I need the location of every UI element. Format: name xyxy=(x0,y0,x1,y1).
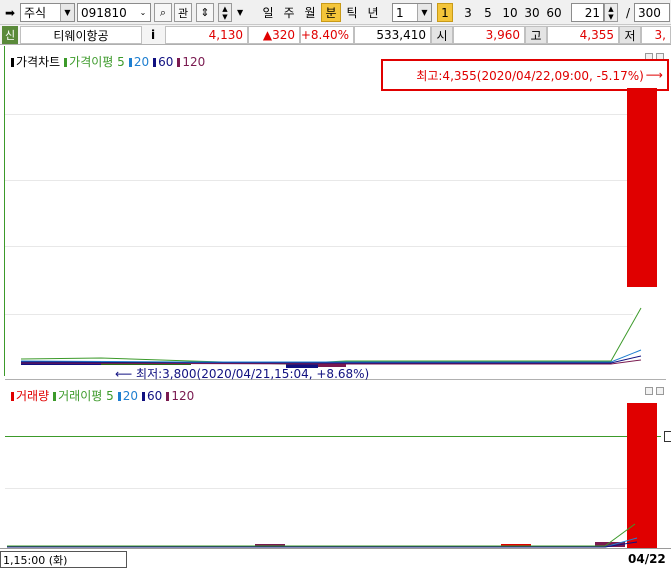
candles xyxy=(21,88,657,368)
high-label: 고 xyxy=(525,26,547,44)
cursor-time-label: 1,15:00 (화) xyxy=(0,551,127,568)
period-tick[interactable]: 틱 xyxy=(342,3,362,22)
price-plot xyxy=(20,88,657,368)
stock-name: 티웨이항공 xyxy=(20,26,142,44)
period-month[interactable]: 월 xyxy=(300,3,320,22)
interval-quick-5[interactable]: 5 xyxy=(478,3,498,22)
high-value: 4,355 xyxy=(547,26,619,44)
count-total-input[interactable]: 300 xyxy=(634,3,670,22)
count-current: 21 xyxy=(584,5,600,20)
chevron-down-icon[interactable]: ▼ xyxy=(60,4,74,21)
low-value: 3, xyxy=(641,26,671,44)
count-total: 300 xyxy=(638,5,661,20)
period-day[interactable]: 일 xyxy=(258,3,278,22)
interval-quick-1[interactable]: 1 xyxy=(437,3,453,22)
period-minute[interactable]: 분 xyxy=(321,3,341,22)
volume-chart-panel[interactable]: 거래량 거래이평 5 20 60 120 xyxy=(5,384,671,548)
date-label: 04/22 xyxy=(628,552,666,566)
ma-20-line xyxy=(20,349,642,363)
view-button[interactable]: 관 xyxy=(174,3,192,22)
sync-icon[interactable]: ⇕ xyxy=(196,3,214,22)
interval-chevron-icon[interactable]: ▼ xyxy=(417,4,431,21)
new-listing-badge: 신 xyxy=(2,26,18,44)
toolbar: ➡ 주식 ▼ 091810 ⌄ ⌕ 관 ⇕ ▲ ▼ ▼ 일 주 월 분 틱 년 1… xyxy=(0,0,671,25)
more-dropdown-icon[interactable]: ▼ xyxy=(237,3,247,22)
period-year[interactable]: 년 xyxy=(363,3,383,22)
market-select[interactable]: 주식 ▼ xyxy=(20,3,75,22)
interval-select[interactable]: 1 ▼ xyxy=(392,3,432,22)
open-label: 시 xyxy=(431,26,453,44)
price-change: ▲320 xyxy=(248,26,300,44)
code-dropdown-icon[interactable]: ⌄ xyxy=(136,4,150,21)
interval-quick-30[interactable]: 30 xyxy=(522,3,542,22)
volume-plot xyxy=(7,403,657,548)
current-price: 4,130 xyxy=(165,26,248,44)
code-input[interactable]: 091810 ⌄ xyxy=(77,3,151,22)
period-week[interactable]: 주 xyxy=(279,3,299,22)
price-chart-panel[interactable]: 가격차트 가격이평 5 20 60 120 최고:4,355(2020/04/2… xyxy=(5,50,669,381)
interval-quick-3[interactable]: 3 xyxy=(458,3,478,22)
count-separator: / xyxy=(625,5,631,20)
stepper-icon[interactable]: ▲ ▼ xyxy=(218,3,232,22)
interval-select-value: 1 xyxy=(396,5,404,20)
ma-5-line xyxy=(20,307,642,365)
interval-quick-60[interactable]: 60 xyxy=(544,3,564,22)
count-stepper-icon[interactable]: ▲ ▼ xyxy=(604,3,618,22)
quote-bar: 신 티웨이항공 i 4,130 ▲320 +8.40% 533,410 시 3,… xyxy=(0,25,671,45)
market-select-value: 주식 xyxy=(24,6,47,20)
link-arrow-icon[interactable]: ➡ xyxy=(2,3,18,22)
interval-quick-10[interactable]: 10 xyxy=(500,3,520,22)
count-input[interactable]: 21 xyxy=(571,3,604,22)
time-axis: 1,15:00 (화) 04/22 xyxy=(0,548,671,570)
search-icon[interactable]: ⌕ xyxy=(154,3,172,22)
open-value: 3,960 xyxy=(453,26,525,44)
info-icon[interactable]: i xyxy=(146,26,160,44)
low-label: 저 xyxy=(619,26,641,44)
code-input-value: 091810 xyxy=(81,5,127,20)
volume-value: 533,410 xyxy=(354,26,431,44)
change-percent: +8.40% xyxy=(300,26,354,44)
